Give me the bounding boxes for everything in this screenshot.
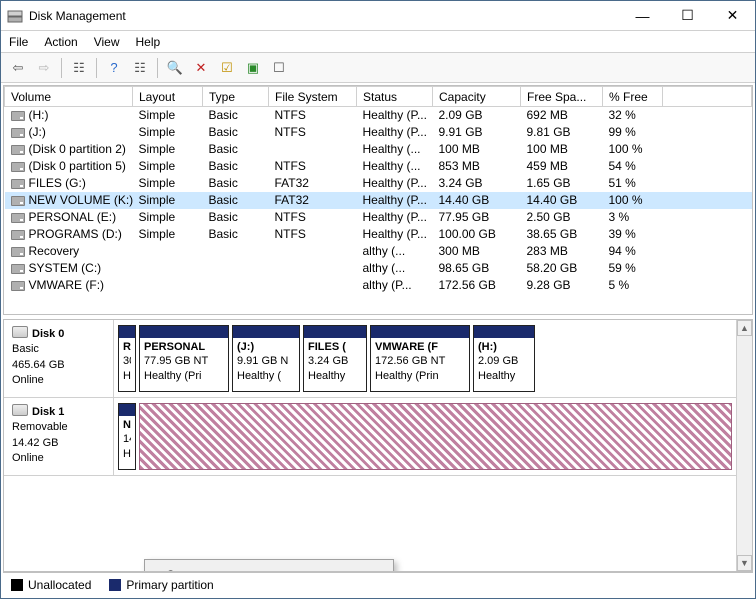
disk-management-window: Disk Management — ☐ ✕ File Action View H… <box>0 0 756 599</box>
toolbar: ⇦ ⇨ ☷ ? ☷ 🔍 ✕ ☑ ▣ ☐ <box>1 53 755 83</box>
menu-action[interactable]: Action <box>44 35 77 49</box>
properties-icon[interactable]: ☑ <box>216 57 238 79</box>
partition-block[interactable]: N14H <box>118 403 136 470</box>
drive-icon <box>11 230 25 240</box>
col-capacity[interactable]: Capacity <box>433 87 521 107</box>
partition-block[interactable]: R30H <box>118 325 136 392</box>
table-row[interactable]: Recoveryalthy (...300 MB283 MB94 % <box>5 243 752 260</box>
show-hide-icon[interactable]: ☷ <box>68 57 90 79</box>
rescan-icon[interactable]: 🔍 <box>164 57 186 79</box>
back-icon[interactable]: ⇦ <box>7 57 29 79</box>
col-layout[interactable]: Layout <box>133 87 203 107</box>
disk1-size: 14.42 GB <box>12 436 105 451</box>
table-row[interactable]: (H:)SimpleBasicNTFSHealthy (P...2.09 GB6… <box>5 107 752 124</box>
refresh-icon[interactable]: ☷ <box>129 57 151 79</box>
col-type[interactable]: Type <box>203 87 269 107</box>
drive-icon <box>11 281 25 291</box>
disk1-row: Disk 1 Removable 14.42 GB Online N14H <box>4 398 736 476</box>
table-row[interactable]: (Disk 0 partition 2)SimpleBasicHealthy (… <box>5 141 752 158</box>
scroll-up-icon[interactable]: ▲ <box>737 320 752 336</box>
graphical-view: Disk 0 Basic 465.64 GB Online R30HPERSON… <box>3 319 753 572</box>
drive-icon <box>11 179 25 189</box>
table-row[interactable]: FILES (G:)SimpleBasicFAT32Healthy (P...3… <box>5 175 752 192</box>
drive-icon <box>11 111 25 121</box>
drive-icon <box>11 196 25 206</box>
disk0-title: Disk 0 <box>32 328 64 340</box>
col-filesystem[interactable]: File System <box>269 87 357 107</box>
partition-block[interactable]: PERSONAL77.95 GB NTHealthy (Pri <box>139 325 229 392</box>
col-spacer <box>663 87 752 107</box>
disk1-status: Online <box>12 451 105 466</box>
action-icon[interactable]: ▣ <box>242 57 264 79</box>
drive-icon <box>11 264 25 274</box>
menu-view[interactable]: View <box>94 35 120 49</box>
delete-icon[interactable]: ✕ <box>190 57 212 79</box>
title-bar: Disk Management — ☐ ✕ <box>1 1 755 31</box>
disk0-row: Disk 0 Basic 465.64 GB Online R30HPERSON… <box>4 320 736 398</box>
vertical-scrollbar[interactable]: ▲ ▼ <box>736 320 752 571</box>
legend-unallocated: Unallocated <box>11 578 91 592</box>
drive-icon <box>11 247 25 257</box>
table-row[interactable]: VMWARE (F:)althy (P...172.56 GB9.28 GB5 … <box>5 277 752 294</box>
volume-list: Volume Layout Type File System Status Ca… <box>3 85 753 315</box>
col-pctfree[interactable]: % Free <box>603 87 663 107</box>
disk1-title: Disk 1 <box>32 406 64 418</box>
close-button[interactable]: ✕ <box>710 1 755 30</box>
partition-block[interactable]: VMWARE (F172.56 GB NTHealthy (Prin <box>370 325 470 392</box>
col-volume[interactable]: Volume <box>5 87 133 107</box>
table-row[interactable]: (J:)SimpleBasicNTFSHealthy (P...9.91 GB9… <box>5 124 752 141</box>
help-icon[interactable]: ? <box>103 57 125 79</box>
scroll-down-icon[interactable]: ▼ <box>737 555 752 571</box>
partition-block[interactable]: (J:)9.91 GB NHealthy ( <box>232 325 300 392</box>
partition-block[interactable]: (H:)2.09 GBHealthy <box>473 325 535 392</box>
table-row[interactable]: (Disk 0 partition 5)SimpleBasicNTFSHealt… <box>5 158 752 175</box>
drive-icon <box>11 213 25 223</box>
col-free[interactable]: Free Spa... <box>521 87 603 107</box>
table-row[interactable]: NEW VOLUME (K:)SimpleBasicFAT32Healthy (… <box>5 192 752 209</box>
menu-file[interactable]: File <box>9 35 28 49</box>
context-menu: OpenExploreMark Partition as ActiveChang… <box>144 559 394 572</box>
extra-icon[interactable]: ☐ <box>268 57 290 79</box>
table-row[interactable]: PERSONAL (E:)SimpleBasicNTFSHealthy (P..… <box>5 209 752 226</box>
drive-icon <box>11 145 25 155</box>
legend-primary: Primary partition <box>109 578 213 592</box>
disk0-status: Online <box>12 373 105 388</box>
col-status[interactable]: Status <box>357 87 433 107</box>
content-area: Volume Layout Type File System Status Ca… <box>1 83 755 598</box>
disk0-size: 465.64 GB <box>12 358 105 373</box>
window-title: Disk Management <box>29 9 126 23</box>
disk-icon <box>12 326 28 338</box>
disk1-label[interactable]: Disk 1 Removable 14.42 GB Online <box>4 398 114 475</box>
minimize-button[interactable]: — <box>620 1 665 30</box>
drive-icon <box>11 128 25 138</box>
drive-icon <box>11 162 25 172</box>
disk1-type: Removable <box>12 420 105 435</box>
menu-bar: File Action View Help <box>1 31 755 53</box>
legend: Unallocated Primary partition <box>3 572 753 596</box>
disk-icon <box>12 404 28 416</box>
table-row[interactable]: PROGRAMS (D:)SimpleBasicNTFSHealthy (P..… <box>5 226 752 243</box>
maximize-button[interactable]: ☐ <box>665 1 710 30</box>
column-headers: Volume Layout Type File System Status Ca… <box>5 87 752 107</box>
menu-item[interactable]: Open <box>148 563 390 572</box>
menu-help[interactable]: Help <box>136 35 161 49</box>
disk0-type: Basic <box>12 342 105 357</box>
table-row[interactable]: SYSTEM (C:)althy (...98.65 GB58.20 GB59 … <box>5 260 752 277</box>
app-icon <box>7 8 23 24</box>
disk0-label[interactable]: Disk 0 Basic 465.64 GB Online <box>4 320 114 397</box>
forward-icon[interactable]: ⇨ <box>33 57 55 79</box>
partition-block[interactable]: FILES (3.24 GBHealthy <box>303 325 367 392</box>
disk1-hatched-area[interactable] <box>139 403 732 470</box>
